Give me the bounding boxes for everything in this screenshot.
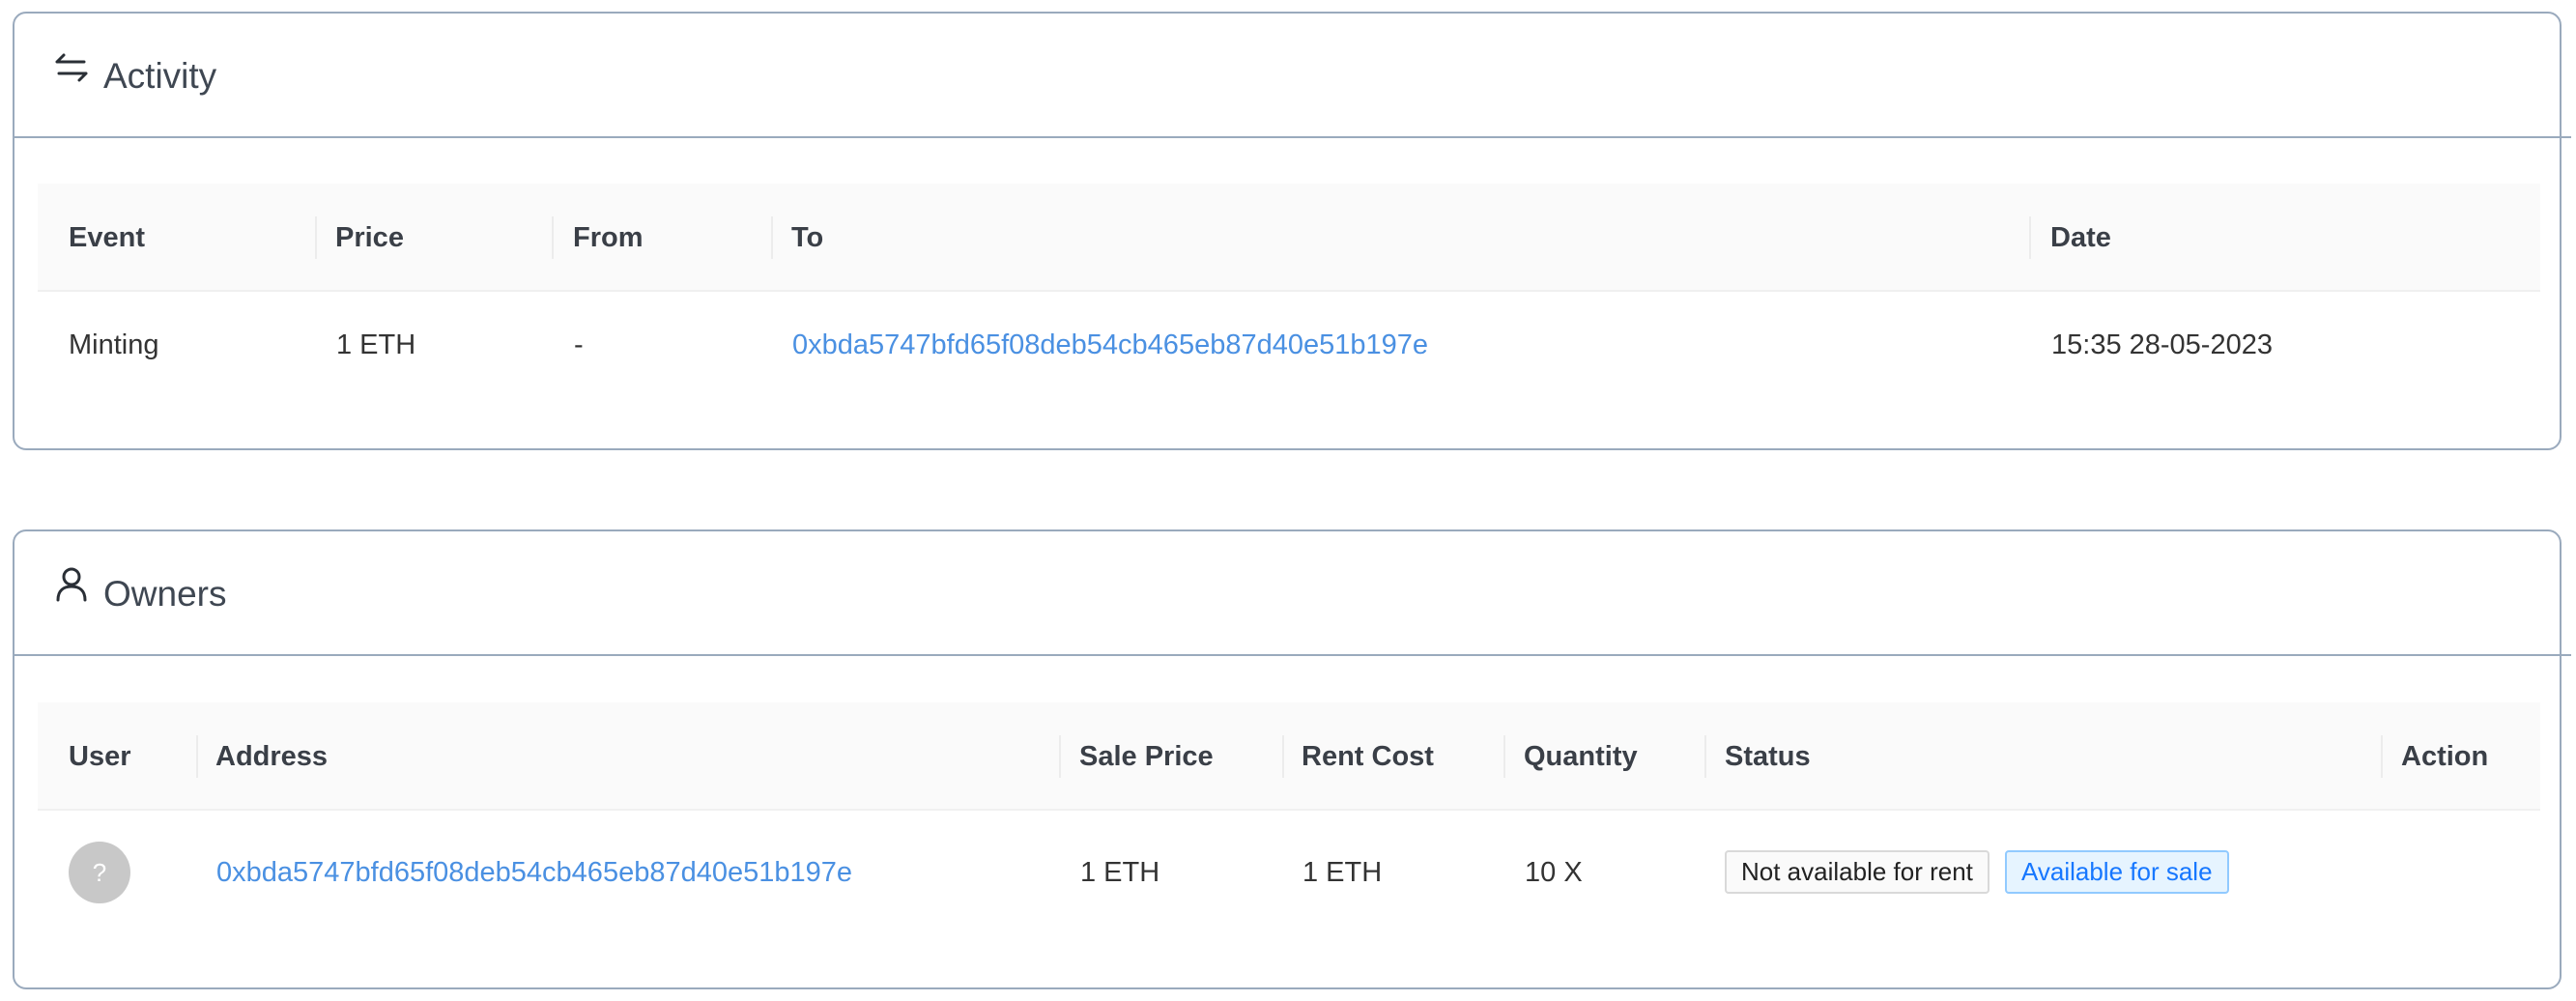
to-address-link[interactable]: 0xbda5747bfd65f08deb54cb465eb87d40e51b19… — [792, 292, 1428, 398]
column-divider — [2381, 735, 2383, 778]
column-header-user[interactable]: User — [69, 702, 131, 811]
column-header-action[interactable]: Action — [2401, 702, 2488, 811]
column-header-rent-cost[interactable]: Rent Cost — [1302, 702, 1434, 811]
column-divider — [771, 216, 773, 259]
activity-card: Activity Event Price From To Date Mintin… — [13, 12, 2571, 450]
column-header-status[interactable]: Status — [1725, 702, 1811, 811]
column-header-event[interactable]: Event — [69, 184, 145, 292]
owners-card-header: Owners — [14, 531, 2571, 656]
user-icon — [53, 566, 90, 603]
rent-status-tag: Not available for rent — [1725, 850, 1989, 894]
column-divider — [1503, 735, 1505, 778]
activity-table: Event Price From To Date Minting 1 ETH -… — [38, 184, 2540, 398]
column-divider — [552, 216, 554, 259]
table-row: ? 0xbda5747bfd65f08deb54cb465eb87d40e51b… — [38, 811, 2540, 934]
table-row: Minting 1 ETH - 0xbda5747bfd65f08deb54cb… — [38, 292, 2540, 398]
sale-price-cell: 1 ETH — [1080, 857, 1160, 888]
swap-arrows-icon — [53, 50, 90, 87]
column-header-date[interactable]: Date — [2050, 184, 2111, 292]
column-divider — [1704, 735, 1706, 778]
owners-table-header: User Address Sale Price Rent Cost Quanti… — [38, 702, 2540, 811]
owners-card: Owners User Address Sale Price Rent Cost… — [13, 529, 2571, 989]
column-header-sale-price[interactable]: Sale Price — [1079, 702, 1214, 811]
date-cell: 15:35 28-05-2023 — [2051, 329, 2273, 360]
column-divider — [2029, 216, 2031, 259]
from-cell: - — [574, 329, 584, 360]
column-header-quantity[interactable]: Quantity — [1524, 702, 1638, 811]
column-divider — [1059, 735, 1061, 778]
owners-title: Owners — [103, 574, 227, 614]
column-header-to[interactable]: To — [791, 184, 823, 292]
column-divider — [315, 216, 317, 259]
activity-title: Activity — [103, 56, 217, 96]
column-header-address[interactable]: Address — [215, 702, 328, 811]
column-divider — [1282, 735, 1284, 778]
rent-cost-cell: 1 ETH — [1302, 857, 1383, 888]
column-header-price[interactable]: Price — [335, 184, 404, 292]
sale-status-tag: Available for sale — [2005, 850, 2229, 894]
activity-card-header: Activity — [14, 14, 2571, 138]
price-cell: 1 ETH — [336, 329, 416, 360]
column-header-from[interactable]: From — [573, 184, 644, 292]
column-divider — [196, 735, 198, 778]
activity-table-header: Event Price From To Date — [38, 184, 2540, 292]
event-cell: Minting — [69, 329, 159, 360]
owner-address-link[interactable]: 0xbda5747bfd65f08deb54cb465eb87d40e51b19… — [216, 811, 852, 934]
owners-table: User Address Sale Price Rent Cost Quanti… — [38, 702, 2540, 934]
quantity-cell: 10 X — [1525, 857, 1583, 888]
avatar[interactable]: ? — [69, 842, 130, 903]
